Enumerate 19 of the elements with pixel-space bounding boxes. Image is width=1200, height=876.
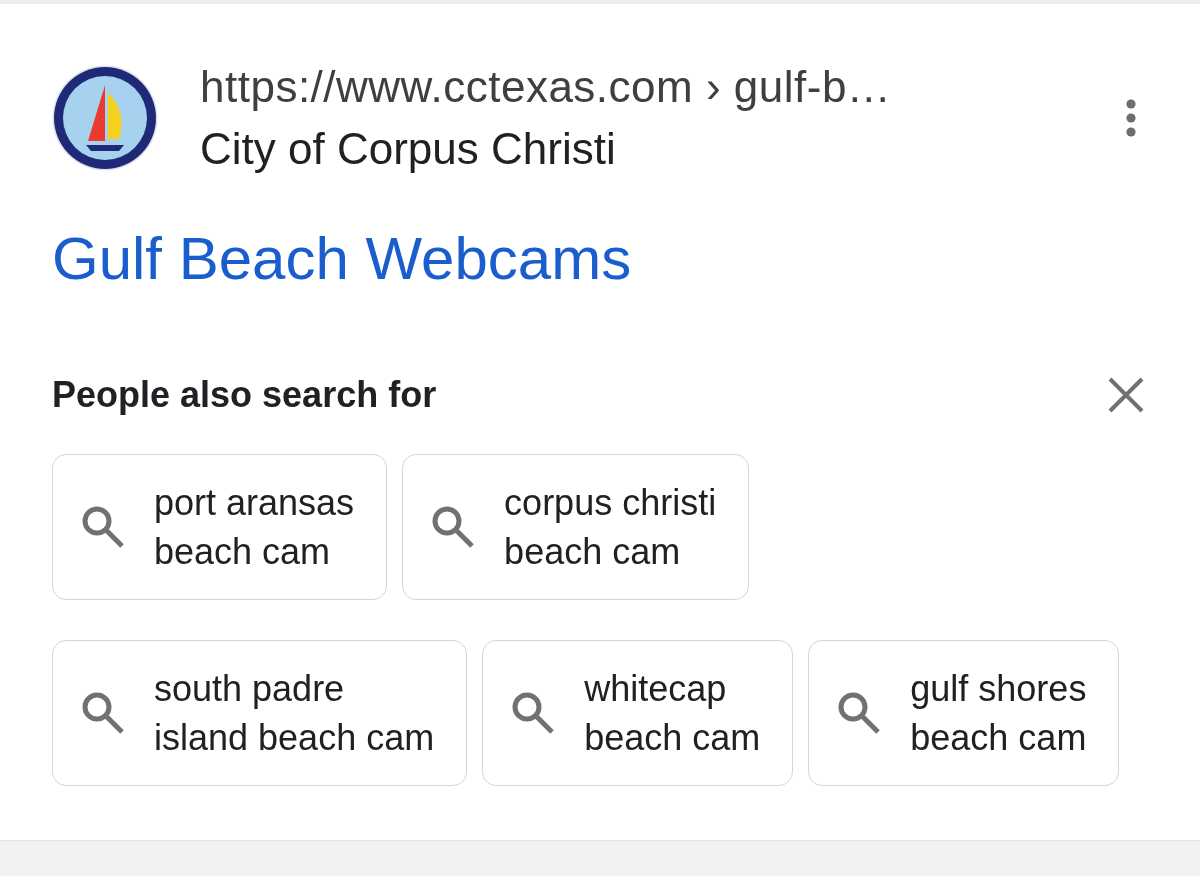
search-suggestion-chip[interactable]: south padre island beach cam: [52, 640, 468, 786]
search-suggestion-chip[interactable]: whitecap beach cam: [482, 640, 794, 786]
more-options-button[interactable]: [1125, 99, 1137, 137]
more-vertical-icon: [1125, 99, 1137, 137]
sailboat-logo-icon: [52, 65, 158, 171]
search-icon: [81, 691, 125, 735]
search-icon: [837, 691, 882, 735]
close-button[interactable]: [1108, 377, 1144, 413]
section-heading: People also search for: [52, 373, 437, 417]
search-suggestion-chip[interactable]: port aransas beach cam: [52, 454, 388, 600]
search-icon: [81, 505, 125, 549]
search-icon: [431, 505, 476, 549]
close-icon: [1108, 377, 1144, 413]
search-suggestion-chip[interactable]: gulf shores beach cam: [808, 640, 1120, 786]
result-url: https://www.cctexas.com › gulf-b…: [200, 61, 892, 113]
result-title-link[interactable]: Gulf Beach Webcams: [52, 224, 632, 294]
site-name: City of Corpus Christi: [200, 123, 616, 175]
search-icon: [511, 691, 556, 735]
search-suggestion-chip[interactable]: corpus christi beach cam: [402, 454, 750, 600]
